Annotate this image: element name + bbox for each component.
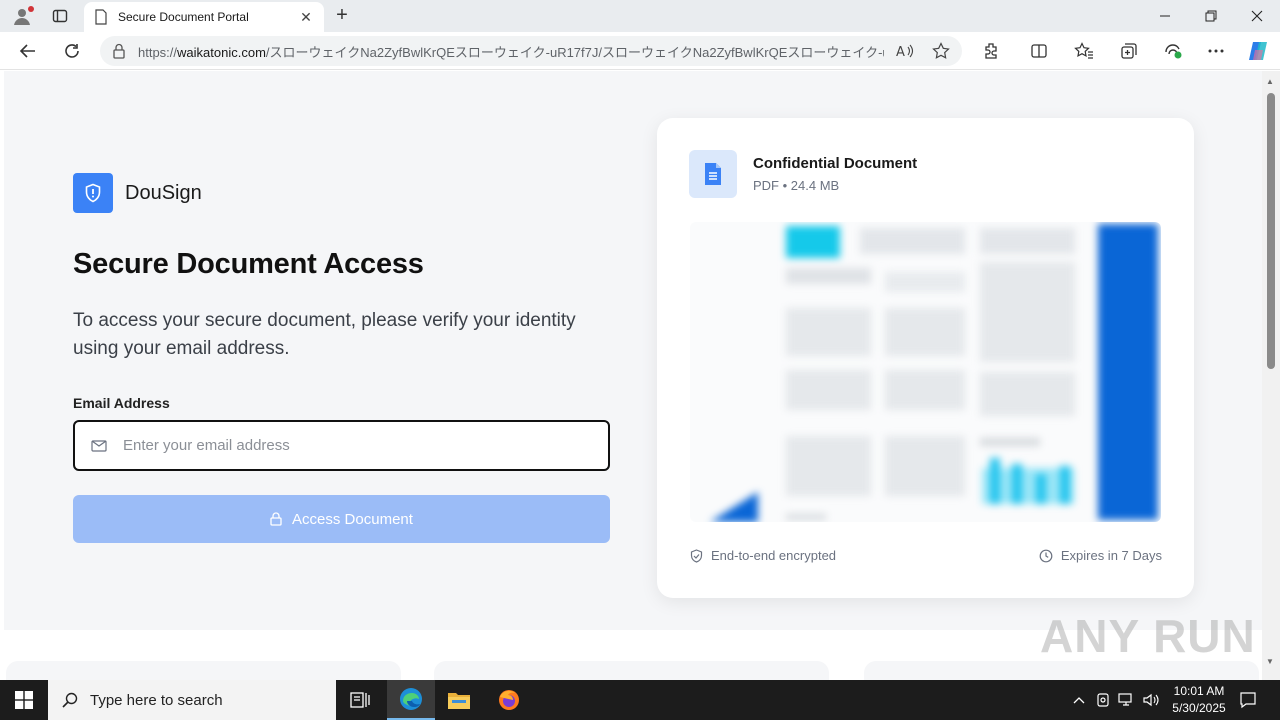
lower-card	[6, 661, 401, 680]
firefox-icon[interactable]	[485, 680, 533, 720]
scroll-up-icon[interactable]: ▲	[1266, 77, 1274, 86]
clock-time: 10:01 AM	[1173, 684, 1225, 698]
windows-taskbar: Type here to search 10:01 AM 5/30/2025	[0, 680, 1280, 720]
new-tab-button[interactable]: +	[330, 4, 354, 28]
page-icon	[95, 9, 107, 25]
svg-text:A: A	[896, 45, 905, 59]
settings-more-icon[interactable]	[1204, 40, 1228, 62]
system-clock[interactable]: 10:01 AM 5/30/2025	[1160, 683, 1238, 717]
url-path: /スローウェイクNa2ZyfBwlKrQEスローウェイク-uR17f7J/スロー…	[265, 44, 884, 60]
brand-logo: DouSign	[73, 173, 202, 213]
email-field-wrapper[interactable]	[73, 420, 610, 471]
notifications-icon[interactable]	[1236, 680, 1260, 720]
favorites-icon[interactable]	[1072, 40, 1096, 62]
brand-name: DouSign	[125, 181, 202, 204]
browser-tab-active[interactable]: Secure Document Portal ✕	[84, 2, 324, 32]
browser-toolbar: https://waikatonic.com/スローウェイクNa2ZyfBwlK…	[0, 32, 1280, 70]
read-aloud-icon[interactable]: A	[896, 43, 914, 59]
back-button[interactable]	[14, 38, 42, 64]
expiry-status: Expires in 7 Days	[1039, 548, 1162, 563]
tab-actions-icon[interactable]	[48, 5, 72, 27]
browser-tab-bar: Secure Document Portal ✕ +	[0, 0, 1280, 32]
url-prefix: https://	[138, 44, 178, 60]
volume-icon[interactable]	[1140, 680, 1162, 720]
scrollbar-thumb[interactable]	[1267, 93, 1275, 369]
expiry-text: Expires in 7 Days	[1060, 548, 1162, 563]
url-domain: waikatonic.com	[177, 44, 266, 60]
page-title: Secure Document Access	[73, 248, 424, 280]
lock-icon[interactable]	[112, 43, 126, 59]
taskbar-search-box[interactable]: Type here to search	[48, 680, 336, 720]
collections-icon[interactable]	[1117, 40, 1141, 62]
file-explorer-icon[interactable]	[435, 680, 483, 720]
mail-icon	[91, 439, 107, 452]
email-label: Email Address	[73, 395, 170, 411]
tab-close-icon[interactable]: ✕	[298, 9, 314, 26]
lock-icon	[270, 512, 282, 526]
notification-dot	[28, 6, 34, 12]
split-screen-icon[interactable]	[1027, 40, 1051, 62]
page-scrollbar[interactable]: ▲ ▼	[1262, 71, 1280, 680]
minimize-button[interactable]	[1142, 0, 1188, 32]
address-bar[interactable]: https://waikatonic.com/スローウェイクNa2ZyfBwlK…	[100, 36, 962, 66]
profile-avatar-icon[interactable]	[8, 4, 36, 28]
task-view-icon[interactable]	[336, 680, 384, 720]
lower-card	[864, 661, 1259, 680]
taskbar-search-placeholder: Type here to search	[90, 691, 223, 709]
document-icon	[689, 150, 737, 198]
scroll-down-icon[interactable]: ▼	[1266, 657, 1274, 666]
email-input[interactable]	[123, 437, 563, 454]
close-window-button[interactable]	[1234, 0, 1280, 32]
shield-icon	[73, 173, 113, 213]
tray-device-icon[interactable]	[1093, 680, 1113, 720]
shield-check-icon	[690, 548, 703, 563]
tray-chevron-icon[interactable]	[1068, 680, 1090, 720]
clock-date: 5/30/2025	[1172, 701, 1226, 715]
network-icon[interactable]	[1116, 680, 1138, 720]
search-icon	[62, 692, 78, 708]
lower-card	[434, 661, 829, 680]
tab-title: Secure Document Portal	[118, 10, 249, 24]
favorite-star-icon[interactable]	[932, 42, 950, 60]
anyrun-watermark: ANY RUN	[1040, 610, 1256, 662]
document-card: Confidential Document PDF • 24.4 MB End-…	[657, 118, 1194, 598]
extensions-icon[interactable]	[979, 40, 1003, 62]
restore-button[interactable]	[1188, 0, 1234, 32]
windows-start-icon[interactable]	[0, 680, 48, 720]
encryption-text: End-to-end encrypted	[711, 548, 837, 563]
browser-essentials-icon[interactable]	[1161, 40, 1185, 62]
document-preview-blurred	[690, 222, 1161, 522]
document-name: Confidential Document	[753, 155, 918, 172]
access-document-label: Access Document	[292, 510, 413, 528]
page-description: To access your secure document, please v…	[73, 310, 576, 359]
edge-taskbar-icon[interactable]	[387, 680, 435, 720]
document-meta: PDF • 24.4 MB	[753, 178, 840, 193]
clock-icon	[1039, 549, 1053, 562]
access-document-button[interactable]: Access Document	[73, 495, 610, 543]
refresh-button[interactable]	[58, 38, 86, 64]
encryption-status: End-to-end encrypted	[690, 548, 836, 563]
url-text[interactable]: https://waikatonic.com/スローウェイクNa2ZyfBwlK…	[138, 42, 884, 61]
page-viewport: DouSign Secure Document Access To access…	[0, 71, 1262, 680]
copilot-icon[interactable]	[1245, 40, 1271, 62]
